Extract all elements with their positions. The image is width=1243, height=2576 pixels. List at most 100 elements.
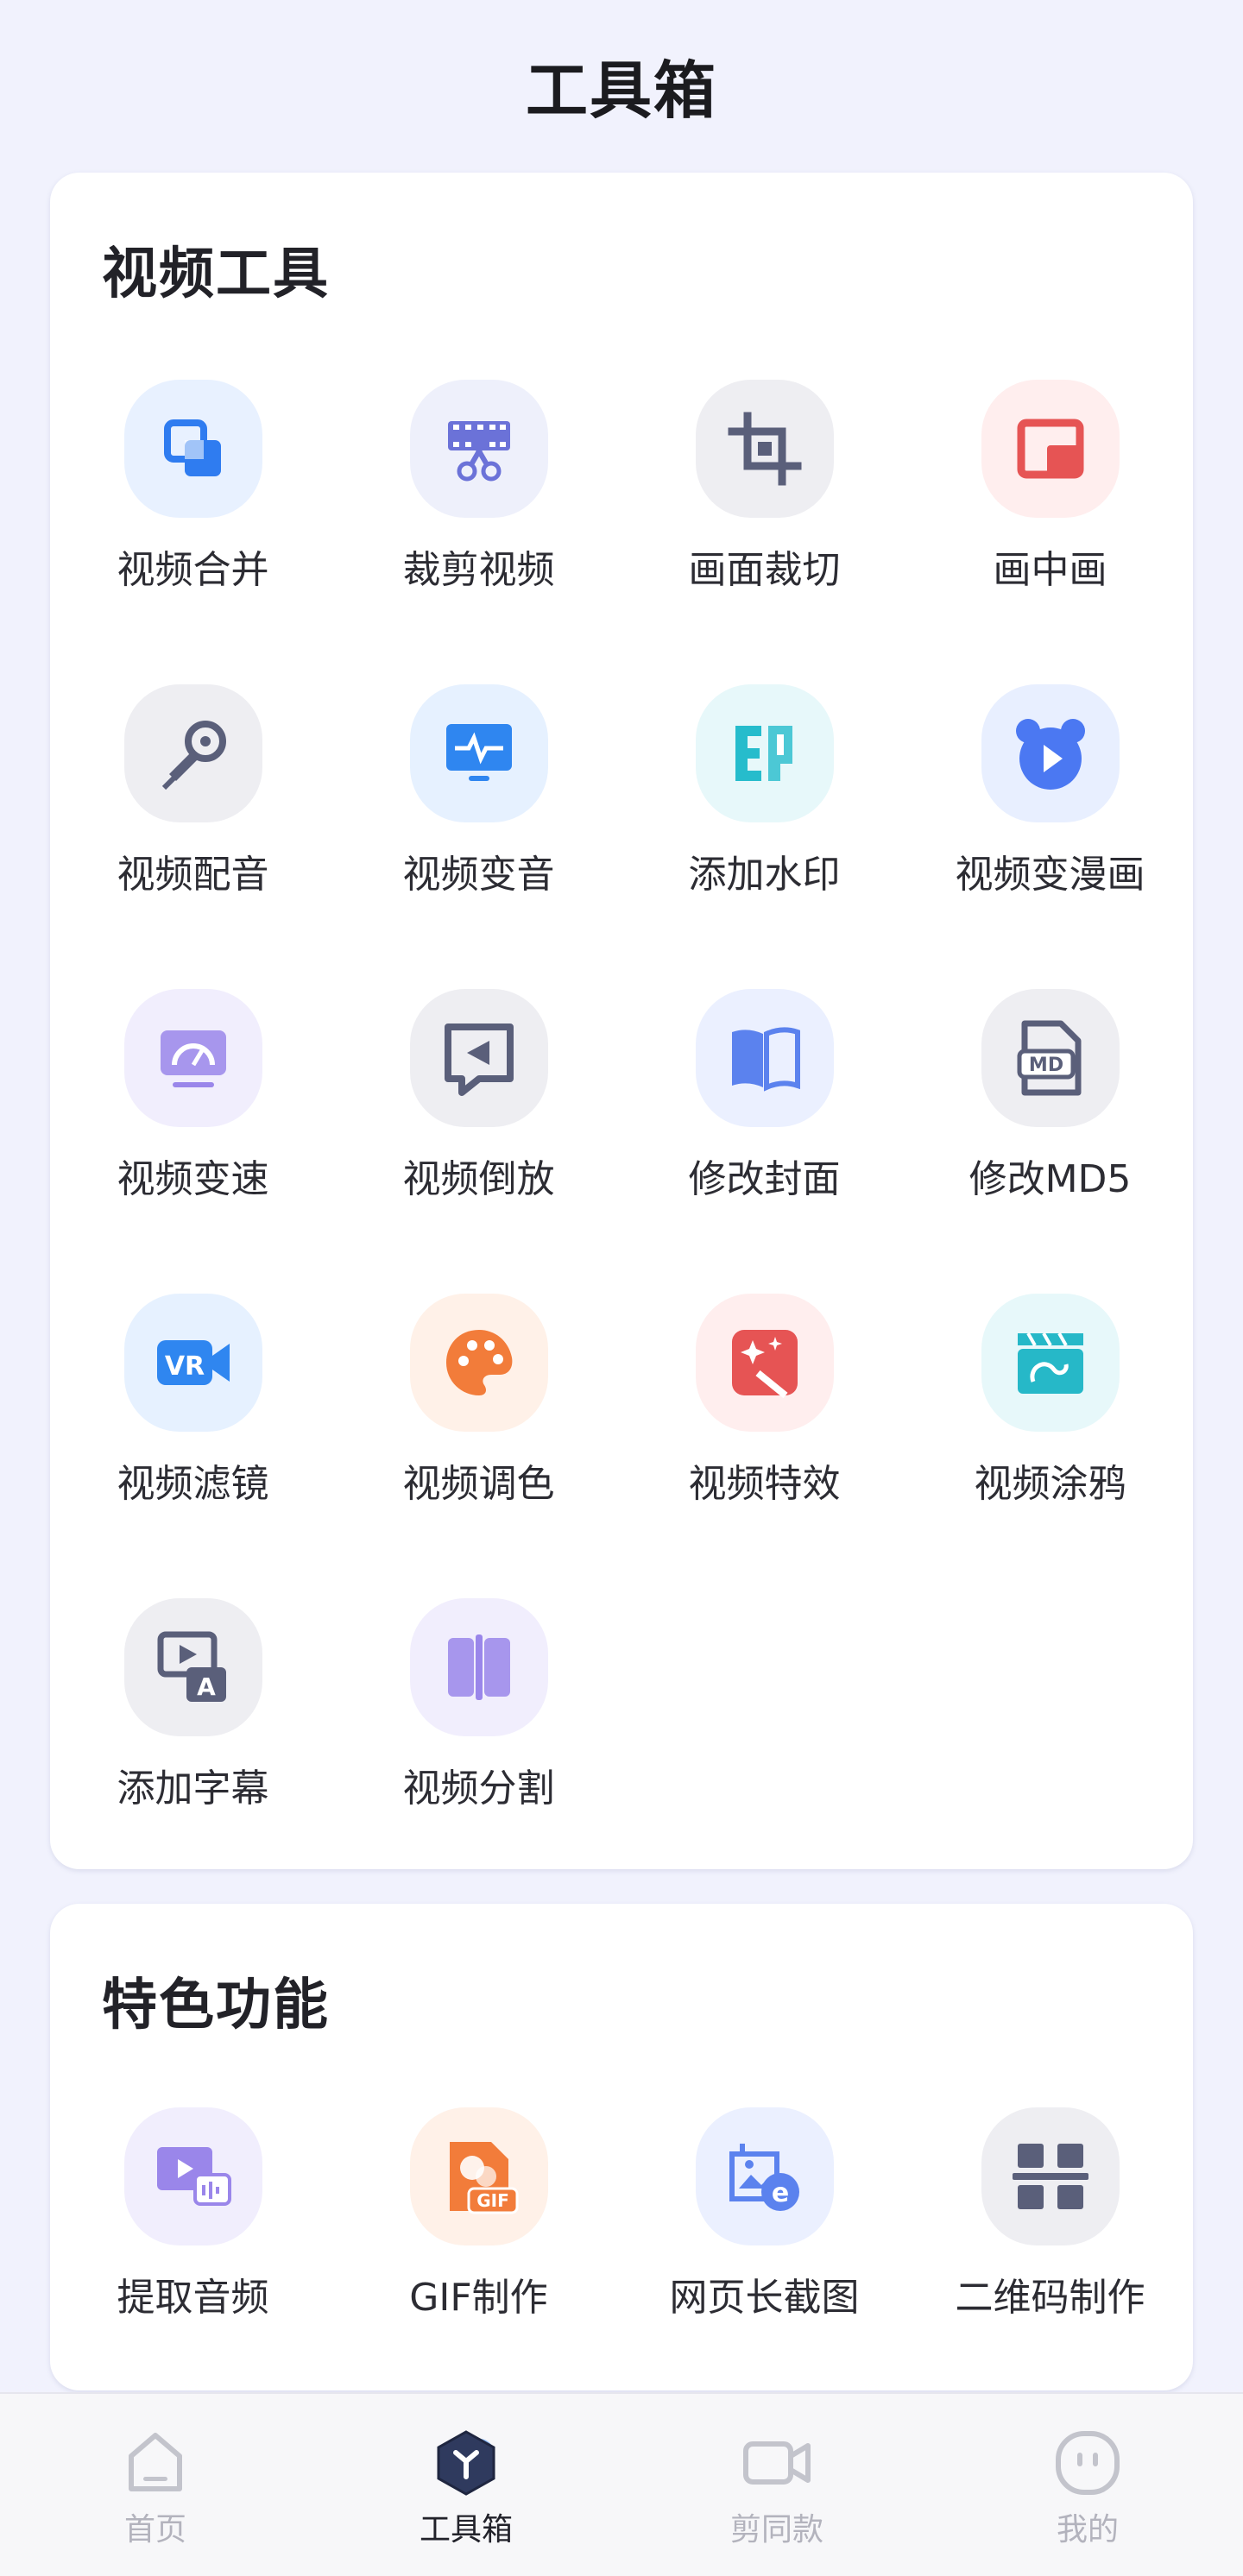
bottom-nav: 首页 工具箱 剪同款 我的 (0, 2392, 1243, 2576)
tool-audio-monitor[interactable]: 视频变音 (336, 684, 622, 989)
tool-icon-bg (409, 1598, 548, 1736)
featured-card: 特色功能 提取音频 GIF GIF制作 e 网页长截图 二维码制作 (50, 1904, 1193, 2390)
tool-icon-bg (123, 380, 262, 518)
tool-clapperboard-doodle[interactable]: 视频涂鸦 (907, 1294, 1193, 1598)
tool-icon-bg (409, 380, 548, 518)
nav-video-camera[interactable]: 剪同款 (622, 2394, 932, 2576)
featured-grid: 提取音频 GIF GIF制作 e 网页长截图 二维码制作 (50, 2107, 1193, 2412)
tool-watermark-stamp[interactable]: 添加水印 (622, 684, 907, 989)
tool-icon-bg (981, 1294, 1120, 1432)
tool-book-cover[interactable]: 修改封面 (622, 989, 907, 1294)
tool-qr-code[interactable]: 二维码制作 (907, 2107, 1193, 2412)
tool-md5-file[interactable]: MD 修改MD5 (907, 989, 1193, 1294)
tool-gif[interactable]: GIF GIF制作 (336, 2107, 622, 2412)
tool-icon-bg (981, 684, 1120, 822)
tool-picture-in-picture[interactable]: 画中画 (907, 380, 1193, 684)
md5-file-icon: MD (1017, 1020, 1081, 1096)
tool-label: 画中画 (993, 548, 1107, 592)
svg-text:VR: VR (164, 1351, 204, 1382)
tool-icon-bg (695, 989, 834, 1127)
tool-label: 裁剪视频 (402, 548, 555, 592)
tool-icon-bg: VR (123, 1294, 262, 1432)
tool-icon-bg (981, 2107, 1120, 2245)
nav-toolbox-hex[interactable]: 工具箱 (311, 2394, 622, 2576)
merge-icon (163, 419, 221, 476)
nav-home[interactable]: 首页 (0, 2394, 311, 2576)
split-icon (447, 1634, 510, 1700)
tool-icon-bg (123, 684, 262, 822)
tool-label: 视频特效 (688, 1462, 841, 1506)
palette-icon (445, 1330, 512, 1395)
tool-label: 视频配音 (117, 853, 269, 897)
tool-magic-wand[interactable]: 视频特效 (622, 1294, 907, 1598)
tool-icon-bg: A (123, 1598, 262, 1736)
tool-icon-bg (123, 2107, 262, 2245)
tool-icon-bg (981, 380, 1120, 518)
video-camera-icon (743, 2441, 811, 2485)
svg-text:MD: MD (1028, 1055, 1063, 1076)
tool-subtitle[interactable]: A 添加字幕 (50, 1598, 336, 1903)
tool-split[interactable]: 视频分割 (336, 1598, 622, 1903)
picture-in-picture-icon (1017, 419, 1083, 479)
tool-bear-play[interactable]: 视频变漫画 (907, 684, 1193, 989)
tool-label: 添加水印 (688, 853, 841, 897)
tool-label: 视频涂鸦 (974, 1462, 1126, 1506)
tool-reverse-play[interactable]: 视频倒放 (336, 989, 622, 1294)
video-tools-title: 视频工具 (102, 242, 330, 306)
clapperboard-doodle-icon (1017, 1332, 1083, 1394)
svg-text:A: A (197, 1672, 216, 1701)
qr-code-icon (1012, 2144, 1088, 2209)
bear-play-icon (1015, 719, 1085, 790)
tool-icon-bg (695, 380, 834, 518)
tool-label: 视频合并 (117, 548, 269, 592)
tool-icon-bg: GIF (409, 2107, 548, 2245)
tool-label: 修改MD5 (969, 1157, 1132, 1201)
video-tools-grid: 视频合并 裁剪视频 画面裁切 画中画 视频配音 视频变音 添加水印 视频变漫画 … (50, 380, 1193, 1903)
tool-webpage-screenshot[interactable]: e 网页长截图 (622, 2107, 907, 2412)
tool-vr-camera[interactable]: VR 视频滤镜 (50, 1294, 336, 1598)
vr-camera-icon: VR (156, 1340, 230, 1385)
audio-monitor-icon (445, 724, 512, 781)
nav-profile-face[interactable]: 我的 (932, 2394, 1243, 2576)
tool-icon-bg (409, 684, 548, 822)
tool-speed-gauge[interactable]: 视频变速 (50, 989, 336, 1294)
tool-scissors-film[interactable]: 裁剪视频 (336, 380, 622, 684)
gif-icon: GIF (449, 2142, 518, 2214)
tool-label: 视频调色 (402, 1462, 555, 1506)
tool-crop[interactable]: 画面裁切 (622, 380, 907, 684)
tool-label: GIF制作 (409, 2276, 548, 2320)
extract-audio-icon (156, 2147, 231, 2206)
tool-icon-bg (409, 989, 548, 1127)
svg-text:e: e (771, 2178, 788, 2208)
magic-wand-icon (731, 1330, 798, 1399)
nav-label: 首页 (123, 2512, 186, 2548)
home-icon (129, 2433, 182, 2491)
profile-face-icon (1056, 2431, 1120, 2495)
tool-label: 添加字幕 (117, 1767, 269, 1811)
nav-label: 我的 (1056, 2512, 1119, 2548)
page-title: 工具箱 (525, 54, 717, 127)
speed-gauge-icon (160, 1030, 226, 1087)
scissors-film-icon (447, 421, 510, 482)
reverse-play-icon (444, 1023, 514, 1096)
tool-extract-audio[interactable]: 提取音频 (50, 2107, 336, 2412)
tool-palette[interactable]: 视频调色 (336, 1294, 622, 1598)
tool-icon-bg (409, 1294, 548, 1432)
tool-icon-bg: MD (981, 989, 1120, 1127)
tool-label: 画面裁切 (688, 548, 841, 592)
microphone-icon (161, 721, 226, 790)
tool-microphone[interactable]: 视频配音 (50, 684, 336, 989)
watermark-stamp-icon (735, 726, 792, 781)
tool-merge[interactable]: 视频合并 (50, 380, 336, 684)
nav-label: 工具箱 (419, 2512, 513, 2548)
featured-title: 特色功能 (102, 1974, 330, 2037)
tool-label: 视频变速 (117, 1157, 269, 1201)
nav-label: 剪同款 (729, 2512, 823, 2548)
tool-label: 提取音频 (117, 2276, 269, 2320)
tool-label: 视频倒放 (402, 1157, 555, 1201)
webpage-screenshot-icon: e (723, 2135, 799, 2211)
video-tools-card: 视频工具 视频合并 裁剪视频 画面裁切 画中画 视频配音 视频变音 添加水印 视… (50, 173, 1193, 1869)
tool-label: 网页长截图 (669, 2276, 860, 2320)
tool-icon-bg (695, 684, 834, 822)
tool-icon-bg: e (695, 2107, 834, 2245)
